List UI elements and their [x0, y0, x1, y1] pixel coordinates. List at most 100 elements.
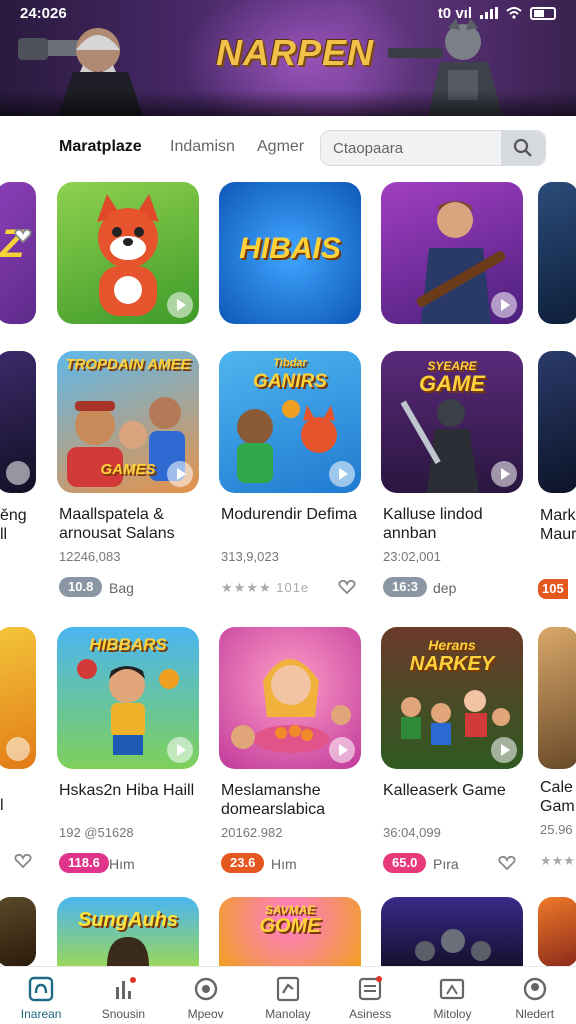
game-meta: 192 @51628 — [59, 825, 134, 840]
search-input[interactable]: Ctaopaara — [333, 140, 403, 157]
search-button[interactable] — [501, 131, 545, 165]
tab-marketplace[interactable]: Maratplaze — [59, 138, 142, 156]
heart-icon[interactable] — [338, 580, 356, 594]
game-meta: 36:04,099 — [383, 825, 441, 840]
heart-icon[interactable] — [498, 856, 516, 870]
game-meta: 20162.982 — [221, 825, 283, 840]
play-icon[interactable] — [167, 292, 193, 318]
battery-icon — [530, 6, 556, 20]
game-thumbnail[interactable]: TROPDAIN AMEE GAMES — [57, 351, 199, 493]
play-icon[interactable] — [6, 737, 30, 761]
play-icon[interactable] — [167, 461, 193, 487]
nav-label: Asiness — [349, 1007, 392, 1021]
nav-item-mitoloy[interactable]: Mitoloy — [411, 967, 493, 1024]
play-icon[interactable] — [329, 737, 355, 763]
gamepad-icon — [194, 977, 217, 1001]
edge-card-thumb[interactable]: Z — [0, 182, 36, 324]
game-name[interactable]: Meslamanshe domearslabica — [221, 781, 371, 819]
game-meta: 23:02,001 — [383, 549, 441, 564]
nav-item-home[interactable]: Inarean — [0, 967, 82, 1024]
status-bar: 24:026 t0 vıl — [20, 4, 556, 22]
star-rating-icon: ★★★ — [540, 853, 575, 868]
girl-face-art — [107, 937, 149, 967]
game-thumbnail[interactable]: Herans NARKEY — [381, 627, 523, 769]
nav-item-mpeov[interactable]: Mpeov — [165, 967, 247, 1024]
play-icon[interactable] — [491, 292, 517, 318]
rating-badge: 16:3 — [383, 577, 428, 597]
edge-card-thumb[interactable] — [0, 627, 36, 769]
banner-title: NARPEN — [216, 32, 375, 73]
chart-icon — [116, 977, 137, 999]
tab-label: Indamisn — [170, 138, 235, 155]
game-thumbnail[interactable] — [381, 182, 523, 324]
thumbnail-subtitle: GOME — [259, 915, 321, 937]
nav-item-manolay[interactable]: Manolay — [247, 967, 329, 1024]
edge-card-thumb[interactable] — [538, 627, 576, 769]
game-thumbnail[interactable]: SungAuhs — [57, 897, 199, 967]
play-icon[interactable] — [491, 461, 517, 487]
tv-icon — [440, 978, 465, 1000]
edge-card-thumb[interactable] — [538, 182, 576, 324]
nav-label: Nledert — [515, 1007, 555, 1021]
rating-badge: 23.6 — [221, 853, 265, 873]
nav-label: Manolay — [265, 1007, 311, 1021]
profile-icon — [523, 977, 546, 1001]
game-tag: Hım — [109, 856, 135, 872]
rating-badge: 10.8 — [59, 577, 103, 597]
game-name[interactable]: Hskas2n Hiba Haill — [59, 781, 209, 800]
rating-badge: 65.0 — [383, 853, 427, 873]
game-thumbnail[interactable]: HIBAIS — [219, 182, 361, 324]
game-tag: Hım — [271, 856, 297, 872]
game-thumbnail[interactable] — [57, 182, 199, 324]
hero-banner[interactable]: NARPEN 24:026 t0 vıl — [0, 0, 576, 116]
game-name[interactable]: Kalluse lindod annban — [383, 505, 533, 543]
game-tag: Bag — [109, 580, 134, 596]
thumbnail-title: HIBAIS — [239, 232, 341, 265]
play-icon[interactable] — [167, 737, 193, 763]
game-name[interactable]: Kalleaserk Game — [383, 781, 533, 800]
nav-item-nledert[interactable]: Nledert — [494, 967, 576, 1024]
search-bar[interactable]: Ctaopaara — [320, 130, 546, 166]
game-thumbnail[interactable] — [381, 897, 523, 967]
game-tag: dep — [433, 580, 457, 596]
play-icon[interactable] — [6, 461, 30, 485]
edge-card-thumb[interactable] — [538, 897, 576, 967]
game-thumbnail[interactable] — [219, 627, 361, 769]
game-thumbnail[interactable]: Tibdar GANIRS — [219, 351, 361, 493]
app-root: NARPEN 24:026 t0 vıl Maratplaze Indamisn… — [0, 0, 576, 1024]
game-thumbnail[interactable]: SYEARE GAME — [381, 351, 523, 493]
status-right-text: t0 vıl — [437, 4, 472, 22]
nav-label: Inarean — [20, 1007, 62, 1021]
game-tag: Pıra — [433, 856, 459, 872]
heart-icon[interactable] — [14, 854, 32, 868]
tab-agmer[interactable]: Agmer — [257, 138, 304, 156]
heart-icon[interactable] — [14, 229, 32, 243]
game-thumbnail[interactable]: SAVMAE GOME — [219, 897, 361, 967]
edge-card-thumb[interactable] — [0, 351, 36, 493]
rating-badge: 118.6 — [59, 853, 109, 873]
edge-card-name: Cale Gam — [540, 779, 575, 815]
tab-indamisn[interactable]: Indamisn — [170, 138, 235, 156]
star-rating: ★★★★ 101e — [221, 580, 310, 595]
edge-card-name: ěng ll — [0, 507, 27, 543]
game-name[interactable]: Modurendir Defima — [221, 505, 371, 524]
game-thumbnail[interactable]: HIBBARS — [57, 627, 199, 769]
bottom-nav: Inarean Snousin Mpeov Manolay Asiness Mi… — [0, 966, 576, 1024]
play-icon[interactable] — [329, 461, 355, 487]
edge-card-name: l — [0, 797, 4, 814]
edge-card-thumb[interactable] — [0, 897, 36, 967]
nav-item-asiness[interactable]: Asiness — [329, 967, 411, 1024]
game-name[interactable]: Maallspatela & arnousat Salans — [59, 505, 209, 543]
nav-item-snousin[interactable]: Snousin — [82, 967, 164, 1024]
game-meta: 313,9,023 — [221, 549, 279, 564]
signal-icon — [480, 7, 498, 19]
knights-art — [415, 929, 491, 961]
play-icon[interactable] — [491, 737, 517, 763]
wifi-icon — [506, 7, 522, 19]
list-icon — [358, 976, 383, 1001]
library-icon — [276, 976, 299, 1002]
game-meta: 25.96 — [540, 822, 573, 837]
edge-card-name: Mark Maur — [540, 507, 576, 543]
edge-card-thumb[interactable] — [538, 351, 576, 493]
status-time: 24:026 — [20, 4, 67, 22]
